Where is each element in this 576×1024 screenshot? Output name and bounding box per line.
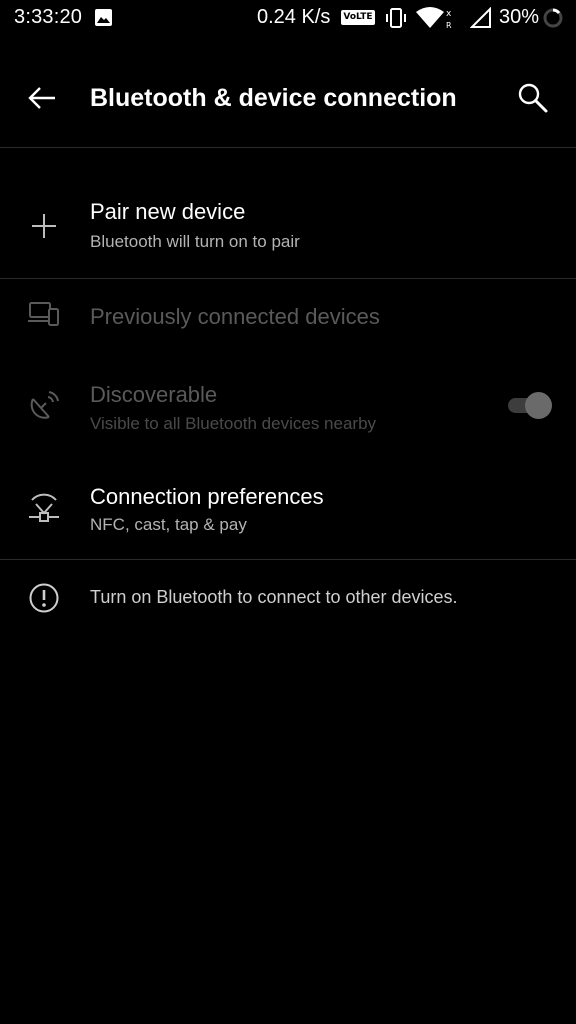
search-icon: [516, 81, 550, 120]
connection-preferences-item[interactable]: Connection preferences NFC, cast, tap & …: [0, 472, 576, 552]
bluetooth-info-text: Turn on Bluetooth to connect to other de…: [90, 587, 458, 607]
discoverable-item[interactable]: Discoverable Visible to all Bluetooth de…: [0, 370, 576, 450]
back-button[interactable]: [20, 80, 64, 120]
vibrate-icon: [385, 7, 407, 34]
devices-icon: [24, 294, 64, 334]
divider: [0, 147, 576, 148]
discoverable-title: Discoverable: [90, 382, 218, 407]
pair-new-device-subtitle: Bluetooth will turn on to pair: [90, 232, 300, 251]
pair-new-device-item[interactable]: Pair new device Bluetooth will turn on t…: [0, 180, 576, 276]
svg-text:x: x: [446, 9, 452, 19]
wifi-icon: x R: [414, 6, 466, 35]
image-notification-icon: [95, 9, 112, 31]
previously-connected-devices-title: Previously connected devices: [90, 304, 380, 329]
connection-preferences-title: Connection preferences: [90, 484, 324, 509]
connected-devices-icon: [24, 486, 64, 526]
connection-preferences-subtitle: NFC, cast, tap & pay: [90, 515, 247, 534]
search-button[interactable]: [510, 78, 556, 122]
volte-badge: VoLTE: [341, 10, 375, 25]
status-time: 3:33:20: [14, 6, 83, 28]
discoverable-subtitle: Visible to all Bluetooth devices nearby: [90, 414, 377, 433]
battery-icon: [542, 7, 564, 34]
discoverable-toggle[interactable]: [506, 392, 554, 419]
status-bar: 3:33:20 0.24 K/s VoLTE x R 30%: [0, 0, 576, 36]
battery-percentage: 30%: [499, 6, 540, 28]
divider: [0, 278, 576, 279]
page-title: Bluetooth & device connection: [90, 84, 457, 112]
svg-text:R: R: [446, 21, 452, 30]
bluetooth-info-row: Turn on Bluetooth to connect to other de…: [0, 576, 576, 620]
divider: [0, 559, 576, 560]
cellular-signal-icon: [469, 6, 492, 34]
arrow-left-icon: [27, 86, 57, 115]
toggle-thumb: [525, 392, 552, 419]
satellite-dish-icon: [24, 386, 64, 426]
pair-new-device-title: Pair new device: [90, 199, 246, 224]
info-circle-icon: [24, 578, 64, 618]
app-bar: Bluetooth & device connection: [0, 60, 576, 140]
network-speed: 0.24 K/s: [257, 6, 331, 28]
plus-icon: [24, 206, 64, 246]
previously-connected-devices-item[interactable]: Previously connected devices: [0, 290, 576, 346]
